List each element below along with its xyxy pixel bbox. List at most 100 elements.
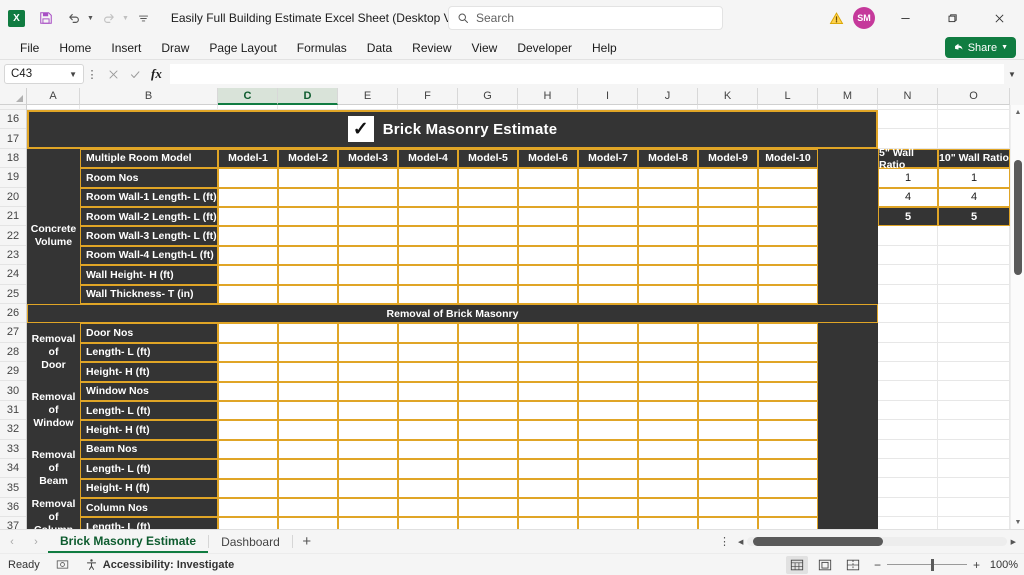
input-cell-model6-row22[interactable]: [518, 226, 578, 246]
cell-N23[interactable]: [878, 245, 938, 266]
input-cell-model6-row34[interactable]: [518, 459, 578, 479]
input-cell-model8-row25[interactable]: [638, 284, 698, 304]
input-cell-model5-row37[interactable]: [458, 517, 518, 529]
ribbon-tab-home[interactable]: Home: [49, 37, 101, 59]
column-header-j[interactable]: J: [638, 88, 698, 105]
cell-N22[interactable]: [878, 226, 938, 246]
input-cell-model7-row20[interactable]: [578, 187, 638, 207]
input-cell-model6-row23[interactable]: [518, 245, 578, 266]
input-cell-model3-row19[interactable]: [338, 168, 398, 188]
input-cell-model9-row29[interactable]: [698, 362, 758, 382]
cell-N30[interactable]: [878, 381, 938, 401]
input-cell-model7-row30[interactable]: [578, 381, 638, 401]
cancel-icon[interactable]: [108, 69, 119, 80]
input-cell-model3-row30[interactable]: [338, 381, 398, 401]
input-cell-model10-row20[interactable]: [758, 187, 818, 207]
input-cell-model10-row34[interactable]: [758, 459, 818, 479]
cell-O23[interactable]: [938, 245, 1010, 266]
input-cell-model4-row37[interactable]: [398, 517, 458, 529]
zoom-out-button[interactable]: −: [874, 558, 881, 572]
input-cell-model2-row35[interactable]: [278, 478, 338, 498]
sheet-tab-brick-masonry-estimate[interactable]: Brick Masonry Estimate: [48, 530, 209, 553]
input-cell-model3-row36[interactable]: [338, 498, 398, 518]
input-cell-model6-row36[interactable]: [518, 498, 578, 518]
input-cell-model1-row22[interactable]: [218, 226, 278, 246]
input-cell-model4-row28[interactable]: [398, 342, 458, 363]
input-cell-model7-row22[interactable]: [578, 226, 638, 246]
input-cell-model1-row35[interactable]: [218, 478, 278, 498]
input-cell-model7-row33[interactable]: [578, 439, 638, 460]
input-cell-model10-row33[interactable]: [758, 439, 818, 460]
input-cell-model7-row25[interactable]: [578, 284, 638, 304]
input-cell-model10-row27[interactable]: [758, 323, 818, 343]
input-cell-model3-row22[interactable]: [338, 226, 398, 246]
input-cell-model1-row28[interactable]: [218, 342, 278, 363]
row-header-16[interactable]: 16: [0, 110, 26, 130]
column-header-a[interactable]: A: [27, 88, 80, 105]
input-cell-model10-row32[interactable]: [758, 420, 818, 440]
scroll-down-arrow-icon[interactable]: ▼: [1011, 515, 1024, 529]
cell-N25[interactable]: [878, 284, 938, 304]
input-cell-model4-row29[interactable]: [398, 362, 458, 382]
input-cell-model1-row30[interactable]: [218, 381, 278, 401]
input-cell-model3-row29[interactable]: [338, 362, 398, 382]
record-macro-button[interactable]: [48, 558, 77, 571]
name-box-caret-icon[interactable]: ▼: [69, 70, 77, 79]
row-header-17[interactable]: 17: [0, 129, 26, 149]
input-cell-model8-row30[interactable]: [638, 381, 698, 401]
row-header-28[interactable]: 28: [0, 342, 26, 363]
input-cell-model10-row21[interactable]: [758, 207, 818, 227]
input-cell-model8-row34[interactable]: [638, 459, 698, 479]
ribbon-tab-help[interactable]: Help: [582, 37, 627, 59]
cell-O36[interactable]: [938, 497, 1010, 518]
ribbon-tab-page-layout[interactable]: Page Layout: [199, 37, 286, 59]
sheet-tab-dashboard[interactable]: Dashboard: [209, 530, 292, 553]
input-cell-model5-row30[interactable]: [458, 381, 518, 401]
input-cell-model7-row19[interactable]: [578, 168, 638, 188]
row-header-37[interactable]: 37: [0, 517, 26, 529]
input-cell-model6-row19[interactable]: [518, 168, 578, 188]
input-cell-model5-row25[interactable]: [458, 284, 518, 304]
input-cell-model5-row19[interactable]: [458, 168, 518, 188]
column-header-o[interactable]: O: [938, 88, 1010, 105]
ribbon-tab-view[interactable]: View: [462, 37, 508, 59]
input-cell-model4-row22[interactable]: [398, 226, 458, 246]
input-cell-model4-row25[interactable]: [398, 284, 458, 304]
input-cell-model10-row24[interactable]: [758, 265, 818, 285]
column-header-e[interactable]: E: [338, 88, 398, 105]
row-header-32[interactable]: 32: [0, 420, 26, 440]
input-cell-model8-row23[interactable]: [638, 245, 698, 266]
input-cell-model6-row37[interactable]: [518, 517, 578, 529]
input-cell-model1-row29[interactable]: [218, 362, 278, 382]
input-cell-model8-row31[interactable]: [638, 401, 698, 421]
vertical-scroll-thumb[interactable]: [1014, 160, 1022, 275]
input-cell-model5-row23[interactable]: [458, 245, 518, 266]
row-header-27[interactable]: 27: [0, 323, 26, 343]
input-cell-model9-row24[interactable]: [698, 265, 758, 285]
input-cell-model8-row24[interactable]: [638, 265, 698, 285]
share-button[interactable]: Share ▼: [944, 37, 1016, 58]
ribbon-tab-data[interactable]: Data: [357, 37, 402, 59]
column-header-i[interactable]: I: [578, 88, 638, 105]
ribbon-tab-formulas[interactable]: Formulas: [287, 37, 357, 59]
cell-O25[interactable]: [938, 284, 1010, 304]
input-cell-model7-row32[interactable]: [578, 420, 638, 440]
input-cell-model8-row33[interactable]: [638, 439, 698, 460]
input-cell-model9-row19[interactable]: [698, 168, 758, 188]
horizontal-scroll-track[interactable]: [747, 537, 1007, 546]
row-header-33[interactable]: 33: [0, 439, 26, 460]
zoom-level-label[interactable]: 100%: [986, 559, 1018, 571]
input-cell-model6-row33[interactable]: [518, 439, 578, 460]
input-cell-model9-row23[interactable]: [698, 245, 758, 266]
input-cell-model9-row37[interactable]: [698, 517, 758, 529]
input-cell-model9-row35[interactable]: [698, 478, 758, 498]
input-cell-model6-row28[interactable]: [518, 342, 578, 363]
input-cell-model8-row32[interactable]: [638, 420, 698, 440]
input-cell-model6-row24[interactable]: [518, 265, 578, 285]
input-cell-model1-row36[interactable]: [218, 498, 278, 518]
normal-view-icon[interactable]: [785, 556, 808, 574]
ribbon-tab-developer[interactable]: Developer: [507, 37, 582, 59]
row-header-21[interactable]: 21: [0, 206, 26, 227]
input-cell-model8-row36[interactable]: [638, 498, 698, 518]
row-header-30[interactable]: 30: [0, 381, 26, 401]
